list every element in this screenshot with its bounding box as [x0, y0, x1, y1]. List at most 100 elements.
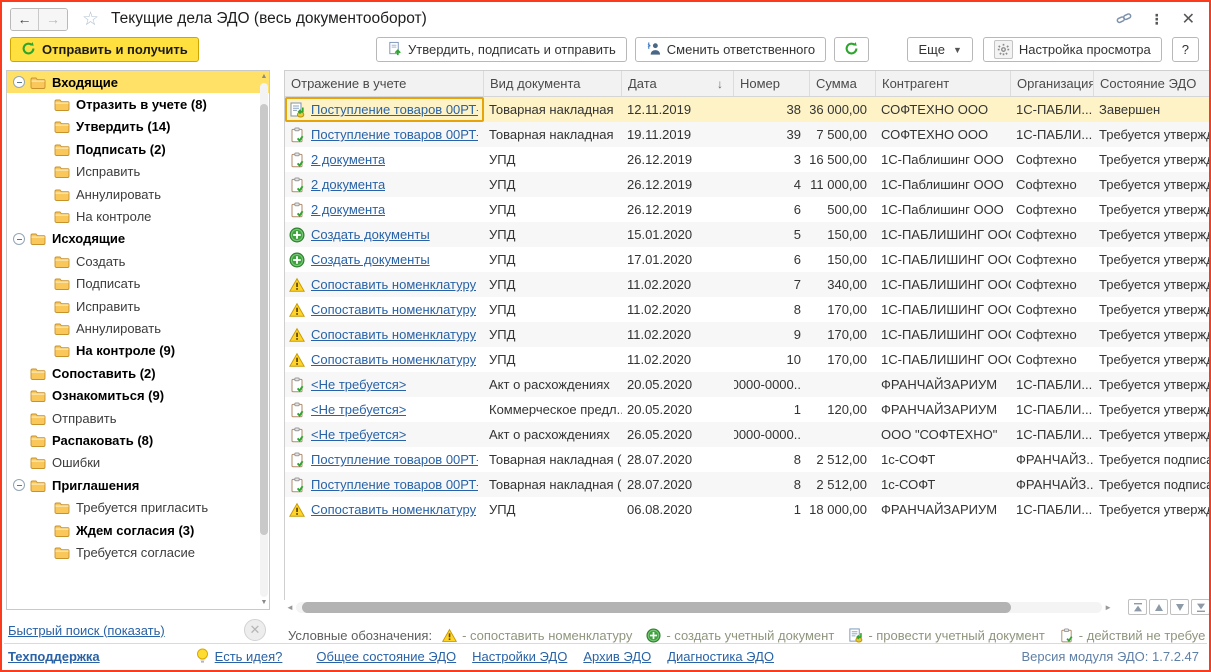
sidebar-item[interactable]: Аннулировать — [7, 183, 269, 205]
footer-link[interactable]: Диагностика ЭДО — [667, 649, 774, 664]
document-link[interactable]: Сопоставить номенклатуру — [311, 277, 476, 292]
column-header[interactable]: Организация — [1011, 71, 1094, 96]
sidebar-item[interactable]: Требуется пригласить — [7, 496, 269, 518]
document-link[interactable]: Сопоставить номенклатуру — [311, 352, 476, 367]
document-link[interactable]: Сопоставить номенклатуру — [311, 502, 476, 517]
go-next-button[interactable] — [1170, 599, 1189, 615]
tree-scrollbar-thumb[interactable] — [260, 104, 268, 536]
footer-link[interactable]: Архив ЭДО — [583, 649, 651, 664]
sidebar-item[interactable]: Исправить — [7, 295, 269, 317]
sidebar-item[interactable]: Отразить в учете (8) — [7, 93, 269, 115]
document-link[interactable]: Создать документы — [311, 252, 430, 267]
tree-scrollbar[interactable] — [260, 83, 268, 597]
refresh-button[interactable] — [834, 37, 869, 62]
document-link[interactable]: Создать документы — [311, 227, 430, 242]
document-link[interactable]: 2 документа — [311, 202, 385, 217]
sidebar-item[interactable]: Распаковать (8) — [7, 429, 269, 451]
table-row[interactable]: 2 документаУПД26.12.20196500,001С-Паблиш… — [285, 197, 1211, 222]
document-link[interactable]: <Не требуется> — [311, 427, 406, 442]
forward-button[interactable]: → — [39, 9, 67, 30]
kebab-menu-icon[interactable]: ⋮ — [1150, 11, 1164, 28]
document-link[interactable]: <Не требуется> — [311, 402, 406, 417]
table-row[interactable]: <Не требуется>Коммерческое предл...20.05… — [285, 397, 1211, 422]
tech-support-link[interactable]: Техподдержка — [8, 649, 100, 664]
favorite-star-icon[interactable]: ☆ — [82, 10, 99, 29]
table-row[interactable]: Сопоставить номенклатуруУПД06.08.2020118… — [285, 497, 1211, 522]
document-link[interactable]: Сопоставить номенклатуру — [311, 302, 476, 317]
document-link[interactable]: <Не требуется> — [311, 377, 406, 392]
sidebar-item[interactable]: Утвердить (14) — [7, 116, 269, 138]
table-row[interactable]: Создать документыУПД15.01.20205150,001С-… — [285, 222, 1211, 247]
sidebar-item[interactable]: Входящие — [7, 71, 269, 93]
quick-search-link[interactable]: Быстрый поиск (показать) — [8, 623, 165, 638]
document-link[interactable]: Сопоставить номенклатуру — [311, 327, 476, 342]
send-receive-button[interactable]: Отправить и получить — [10, 37, 199, 62]
table-row[interactable]: Создать документыУПД17.01.20206150,001С-… — [285, 247, 1211, 272]
hscrollbar-thumb[interactable] — [302, 602, 1011, 613]
back-button[interactable]: ← — [11, 9, 39, 30]
scroll-left-icon[interactable]: ◄ — [286, 603, 296, 612]
scroll-down-icon[interactable]: ▼ — [260, 598, 268, 608]
footer-link[interactable]: Общее состояние ЭДО — [316, 649, 456, 664]
table-hscrollbar[interactable]: ◄ ► — [286, 601, 1112, 614]
go-prev-button[interactable] — [1149, 599, 1168, 615]
sidebar-item[interactable]: Сопоставить (2) — [7, 362, 269, 384]
column-header[interactable]: Контрагент — [876, 71, 1011, 96]
sidebar-item[interactable]: Ошибки — [7, 452, 269, 474]
sidebar-item[interactable]: Приглашения — [7, 474, 269, 496]
sidebar-item[interactable]: Требуется согласие — [7, 541, 269, 563]
column-header[interactable]: Отражение в учете — [285, 71, 484, 96]
document-link[interactable]: Поступление товаров 00РТ-... — [311, 127, 478, 142]
sidebar-item[interactable]: На контроле (9) — [7, 340, 269, 362]
table-row[interactable]: Сопоставить номенклатуруУПД11.02.2020101… — [285, 347, 1211, 372]
link-icon[interactable] — [1116, 10, 1132, 29]
idea-link[interactable]: Есть идея? — [215, 649, 283, 664]
table-row[interactable]: 2 документаУПД26.12.2019411 000,001С-Паб… — [285, 172, 1211, 197]
column-header[interactable]: Вид документа — [484, 71, 622, 96]
tree-expander-icon[interactable] — [13, 233, 25, 245]
scroll-up-icon[interactable]: ▲ — [260, 72, 268, 82]
clear-search-button[interactable]: ✕ — [244, 619, 266, 641]
sidebar-item[interactable]: Подписать (2) — [7, 138, 269, 160]
column-header[interactable]: Дата↓ — [622, 71, 734, 96]
sidebar-item[interactable]: Ждем согласия (3) — [7, 519, 269, 541]
help-button[interactable]: ? — [1172, 37, 1199, 62]
document-link[interactable]: 2 документа — [311, 177, 385, 192]
go-last-button[interactable] — [1191, 599, 1210, 615]
table-row[interactable]: Сопоставить номенклатуруУПД11.02.2020734… — [285, 272, 1211, 297]
table-row[interactable]: Сопоставить номенклатуруУПД11.02.2020817… — [285, 297, 1211, 322]
view-settings-button[interactable]: Настройка просмотра — [983, 37, 1162, 62]
sidebar-item[interactable]: На контроле — [7, 205, 269, 227]
table-row[interactable]: Поступление товаров 00РТ-...Товарная нак… — [285, 97, 1211, 122]
sidebar-item[interactable]: Создать — [7, 250, 269, 272]
table-row[interactable]: <Не требуется>Акт о расхождениях26.05.20… — [285, 422, 1211, 447]
document-link[interactable]: Поступление товаров 00РТ-... — [311, 102, 478, 117]
tree-expander-icon[interactable] — [13, 76, 25, 88]
sidebar-item[interactable]: Подписать — [7, 273, 269, 295]
document-link[interactable]: 2 документа — [311, 152, 385, 167]
document-link[interactable]: Поступление товаров 00РТ-... — [311, 452, 478, 467]
table-row[interactable]: Поступление товаров 00РТ-...Товарная нак… — [285, 447, 1211, 472]
table-row[interactable]: Поступление товаров 00РТ-...Товарная нак… — [285, 122, 1211, 147]
sidebar-item[interactable]: Отправить — [7, 407, 269, 429]
table-row[interactable]: Поступление товаров 00РТ-...Товарная нак… — [285, 472, 1211, 497]
change-responsible-button[interactable]: Сменить ответственного — [635, 37, 826, 62]
scroll-right-icon[interactable]: ► — [1102, 603, 1112, 612]
more-button[interactable]: Еще▼ — [907, 37, 972, 62]
document-link[interactable]: Поступление товаров 00РТ-... — [311, 477, 478, 492]
sidebar-item[interactable]: Исходящие — [7, 228, 269, 250]
sidebar-item[interactable]: Аннулировать — [7, 317, 269, 339]
close-icon[interactable]: ✕ — [1182, 9, 1195, 29]
footer-link[interactable]: Настройки ЭДО — [472, 649, 567, 664]
go-first-button[interactable] — [1128, 599, 1147, 615]
sidebar-item[interactable]: Ознакомиться (9) — [7, 384, 269, 406]
table-row[interactable]: Сопоставить номенклатуруУПД11.02.2020917… — [285, 322, 1211, 347]
sidebar-item[interactable]: Исправить — [7, 161, 269, 183]
column-header[interactable]: Сумма — [810, 71, 876, 96]
column-header[interactable]: Состояние ЭДО — [1094, 71, 1211, 96]
column-header[interactable]: Номер — [734, 71, 810, 96]
tree-expander-icon[interactable] — [13, 479, 25, 491]
table-row[interactable]: 2 документаУПД26.12.2019316 500,001С-Паб… — [285, 147, 1211, 172]
approve-sign-send-button[interactable]: Утвердить, подписать и отправить — [376, 37, 627, 62]
table-row[interactable]: <Не требуется>Акт о расхождениях20.05.20… — [285, 372, 1211, 397]
